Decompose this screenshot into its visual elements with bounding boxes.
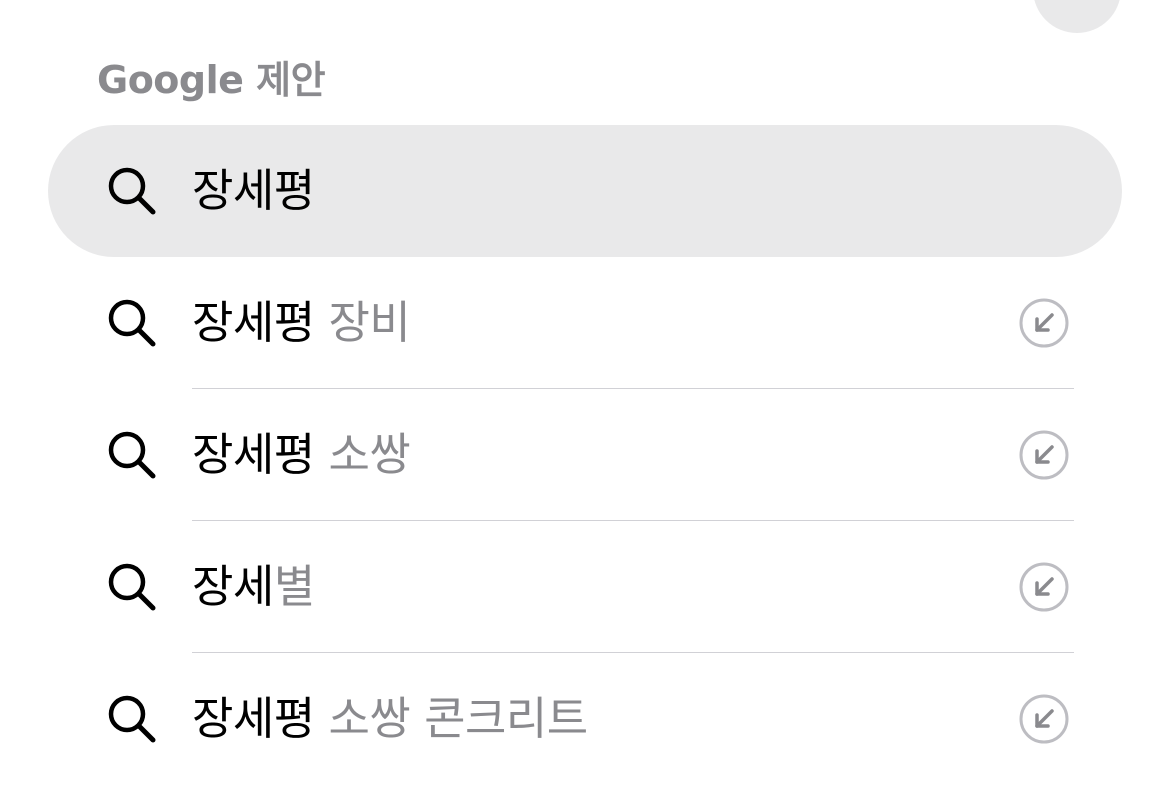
close-button[interactable] — [1033, 0, 1121, 33]
suggestion-text: 장세평 — [192, 125, 315, 257]
suggestion-text: 장세평 장비 — [192, 257, 411, 389]
suggestion-typed: 장세평 — [192, 692, 315, 745]
suggestion-row[interactable]: 장세별 — [48, 521, 1122, 653]
suggestion-text: 장세평 소쌍 콘크리트 — [192, 653, 588, 785]
suggestion-completion: 별 — [273, 560, 315, 613]
arrow-up-left-icon[interactable] — [1018, 693, 1070, 745]
suggestion-completion: 소쌍 — [314, 428, 411, 481]
suggestion-typed: 장세 — [192, 560, 274, 613]
section-title: Google 제안 — [97, 58, 326, 102]
suggestion-text: 장세별 — [192, 521, 315, 653]
arrow-up-left-icon[interactable] — [1018, 297, 1070, 349]
suggestion-text: 장세평 소쌍 — [192, 389, 411, 521]
search-icon — [108, 563, 156, 611]
suggestion-row[interactable]: 장세평 소쌍 콘크리트 — [48, 653, 1122, 785]
search-icon — [108, 431, 156, 479]
search-icon — [108, 299, 156, 347]
arrow-up-left-icon[interactable] — [1018, 429, 1070, 481]
suggestion-typed: 장세평 — [192, 164, 315, 217]
suggestion-row[interactable]: 장세평 장비 — [48, 257, 1122, 389]
search-icon — [108, 695, 156, 743]
suggestion-completion: 장비 — [314, 296, 411, 349]
suggestion-typed: 장세평 — [192, 296, 315, 349]
suggestion-typed: 장세평 — [192, 428, 315, 481]
arrow-up-left-icon[interactable] — [1018, 561, 1070, 613]
close-icon — [1033, 0, 1121, 33]
search-icon — [108, 167, 156, 215]
suggestion-row[interactable]: 장세평 — [48, 125, 1122, 257]
suggestion-completion: 소쌍 콘크리트 — [314, 692, 589, 745]
suggestion-row[interactable]: 장세평 소쌍 — [48, 389, 1122, 521]
